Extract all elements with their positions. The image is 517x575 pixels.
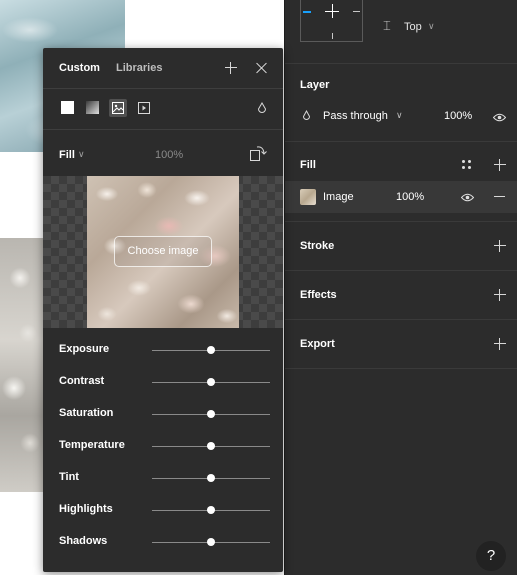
rotate-icon[interactable] [249,145,269,163]
chevron-down-icon[interactable]: ∨ [396,110,403,121]
add-export-button[interactable] [494,338,506,350]
eye-icon[interactable] [461,193,474,202]
stroke-section: Stroke [285,221,517,270]
effects-section: Effects [285,270,517,319]
adjustment-label: Exposure [59,343,110,355]
image-fill-button[interactable] [109,99,127,117]
stroke-title: Stroke [300,240,335,252]
constraint-bottom[interactable] [332,33,333,39]
vertical-constraint-icon: ⌶ [383,19,391,34]
blend-drop-icon[interactable] [257,102,267,115]
fill-opacity-input[interactable]: 100% [396,191,424,203]
chevron-down-icon[interactable]: ∨ [78,149,85,160]
tab-libraries[interactable]: Libraries [116,62,162,74]
adjustment-label: Temperature [59,439,125,451]
remove-fill-button[interactable] [494,196,505,197]
slider-thumb[interactable] [207,538,215,546]
constraint-right[interactable] [353,11,360,12]
solid-fill-button[interactable] [59,99,77,117]
choose-image-button[interactable]: Choose image [114,236,212,267]
gradient-fill-button[interactable] [84,99,102,117]
fill-picker-popover: Custom Libraries Fill ∨ 100% Choose imag… [43,48,283,572]
adjustment-label: Saturation [59,407,114,419]
image-swatch[interactable] [300,189,316,205]
image-preview[interactable]: Choose image [43,176,283,328]
adjustment-label: Shadows [59,535,108,547]
add-style-button[interactable] [225,62,237,74]
close-icon[interactable] [256,62,268,74]
layer-section: Layer Pass through ∨ 100% [285,63,517,141]
divider [43,88,283,89]
effects-title: Effects [300,289,337,301]
layer-opacity-input[interactable]: 100% [444,110,472,122]
tab-custom[interactable]: Custom [59,62,100,74]
slider-thumb[interactable] [207,442,215,450]
properties-panel: ⌶ Top ∨ Layer Pass through ∨ 100% Fill I… [284,0,517,575]
constraints-widget[interactable] [300,0,363,42]
adjustment-row: Contrast [43,372,283,392]
image-opacity-input[interactable]: 100% [155,149,183,161]
vertical-constraint-select[interactable]: Top [404,21,422,33]
adjustment-label: Tint [59,471,79,483]
slider-thumb[interactable] [207,474,215,482]
add-stroke-button[interactable] [494,240,506,252]
slider-thumb[interactable] [207,346,215,354]
layer-title: Layer [300,79,330,91]
blend-mode-select[interactable]: Pass through [323,110,388,122]
constraint-left[interactable] [303,11,311,13]
adjustment-row: Saturation [43,404,283,424]
chevron-down-icon[interactable]: ∨ [428,21,435,32]
slider-thumb[interactable] [207,410,215,418]
help-button[interactable]: ? [476,541,506,571]
canvas-image-frame-left[interactable] [0,238,44,492]
eye-icon[interactable] [493,113,506,122]
adjustment-row: Tint [43,468,283,488]
constraint-center-vertical[interactable] [332,4,333,18]
adjustment-label: Contrast [59,375,105,387]
export-section: Export [285,319,517,369]
adjustment-label: Highlights [59,503,113,515]
slider-thumb[interactable] [207,506,215,514]
adjustment-row: Highlights [43,500,283,520]
styles-grid-icon[interactable] [462,160,472,170]
export-title: Export [300,338,335,350]
video-fill-button[interactable] [135,99,153,117]
add-effect-button[interactable] [494,289,506,301]
drop-icon [302,109,311,125]
slider-thumb[interactable] [207,378,215,386]
add-fill-button[interactable] [494,159,506,171]
divider [43,129,283,130]
adjustment-row: Temperature [43,436,283,456]
fill-type-label[interactable]: Image [323,191,354,203]
fill-layer-row[interactable]: Image 100% [285,181,517,213]
adjustment-row: Exposure [43,340,283,360]
fill-title: Fill [300,159,316,171]
adjustment-row: Shadows [43,532,283,552]
image-mode-select[interactable]: Fill [59,149,75,161]
